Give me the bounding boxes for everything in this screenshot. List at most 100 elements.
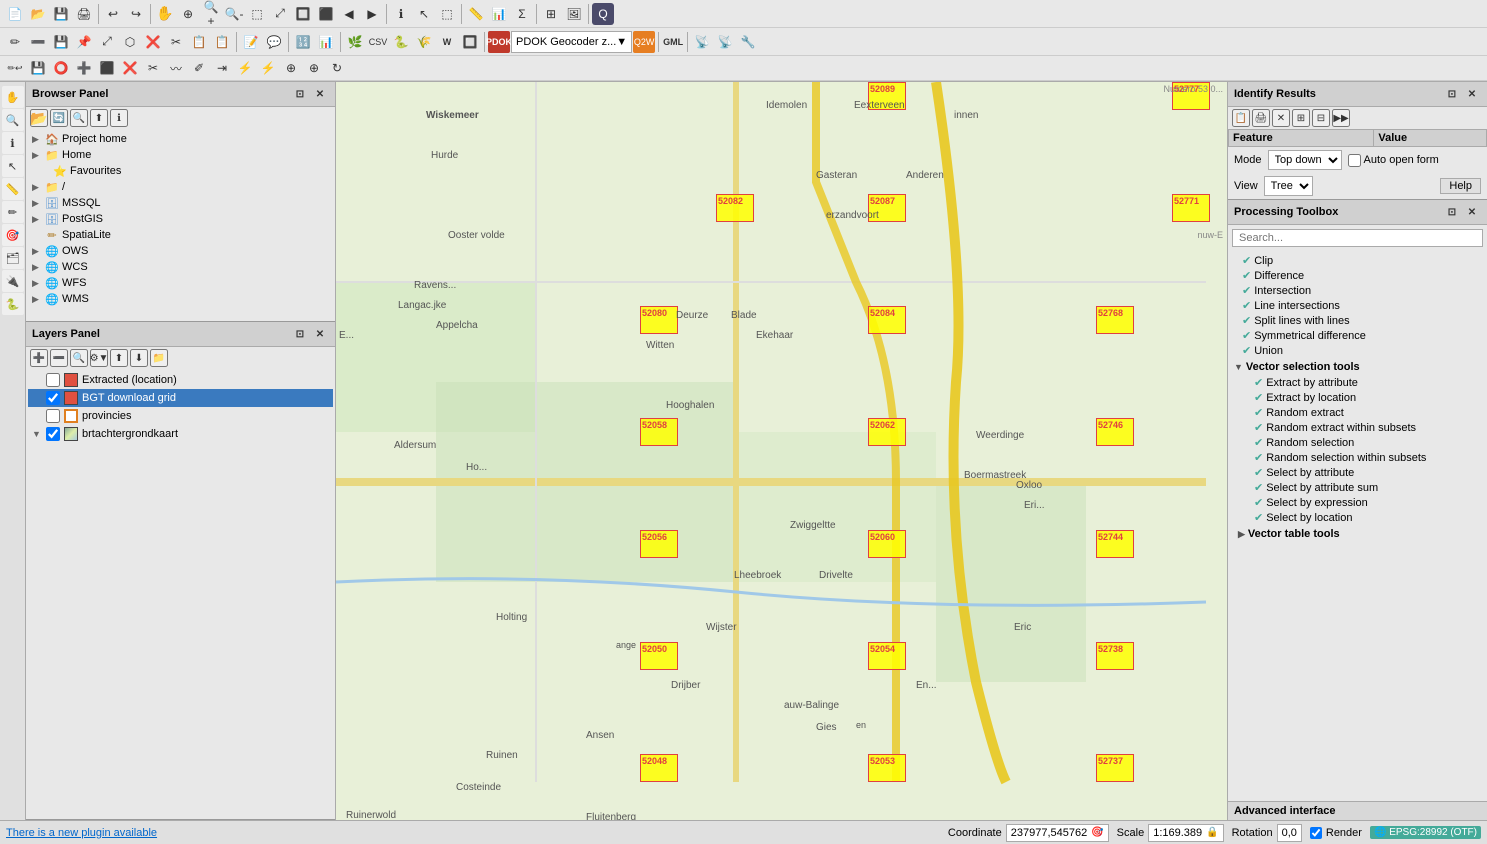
annot-btn[interactable]: 💬 [263,31,285,53]
browser-item-mssql[interactable]: ▶ 🗄 MSSQL [28,195,333,211]
render-checkbox[interactable] [1310,827,1322,839]
reshape-btn[interactable]: ✐ [188,57,210,79]
rotate-btn[interactable]: ↻ [326,57,348,79]
identify-more-btn[interactable]: ▶▶ [1332,109,1350,127]
proc-line-intersections[interactable]: ✔ Line intersections [1230,298,1485,313]
gps2-btn[interactable]: 📡 [714,31,736,53]
map-cell-52050[interactable]: 52050 [640,642,678,670]
proc-union[interactable]: ✔ Union [1230,343,1485,358]
qgis2web-btn[interactable]: Q2W [633,31,655,53]
node-tool-btn[interactable]: ⬡ [119,31,141,53]
undo-btn[interactable]: ↩ [102,3,124,25]
browser-add-btn[interactable]: 📂 [30,109,48,127]
proc-extract-attr[interactable]: ✔ Extract by attribute [1250,375,1481,390]
browser-item-home[interactable]: ▶ 📁 Home [28,147,333,163]
proc-select-attr[interactable]: ✔ Select by attribute [1250,465,1481,480]
identify-print-btn[interactable]: 🖨 [1252,109,1270,127]
identify-btn[interactable]: ℹ [390,3,412,25]
vector-table-header[interactable]: ▶ Vector table tools [1234,527,1481,541]
offset-btn[interactable]: ⇥ [211,57,233,79]
identify-panel-close[interactable]: ✕ [1463,85,1481,103]
pan-map-btn[interactable]: ⊕ [177,3,199,25]
w-btn[interactable]: W [436,31,458,53]
map-cell-52082[interactable]: 52082 [716,194,754,222]
browser-item-wfs[interactable]: ▶ 🌐 WFS [28,275,333,291]
view-select[interactable]: Tree [1264,176,1313,196]
browser-item-wcs[interactable]: ▶ 🌐 WCS [28,259,333,275]
browser-item-spatialite[interactable]: ✏ SpatiaLite [28,227,333,243]
delete-selected-btn[interactable]: ❌ [142,31,164,53]
add-part-btn[interactable]: ➕ [73,57,95,79]
coord-field[interactable]: 237977,545762 🎯 [1006,824,1109,842]
layer-brt[interactable]: ▼ brtachtergrondkaart [28,425,333,443]
browser-item-project-home[interactable]: ▶ 🏠 Project home [28,131,333,147]
snapping-tool[interactable]: 🎯 [2,224,24,246]
browser-filter-btn[interactable]: 🔍 [70,109,88,127]
map-cell-52053[interactable]: 52053 [868,754,906,782]
proc-random-sel-subsets[interactable]: ✔ Random selection within subsets [1250,450,1481,465]
toggle-edit-btn[interactable]: ✏↩ [4,57,26,79]
map-cell-52084[interactable]: 52084 [868,306,906,334]
move-feature-btn[interactable]: ⤢ [96,31,118,53]
new-plugin-link[interactable]: There is a new plugin available [6,827,157,839]
add-csv-btn[interactable]: CSV [367,31,389,53]
layer-provincies[interactable]: provincies [28,407,333,425]
simplify-btn[interactable]: 〰 [165,57,187,79]
label-btn[interactable]: 📝 [240,31,262,53]
map-cell-52768[interactable]: 52768 [1096,306,1134,334]
digitize-btn[interactable]: ➖ [27,31,49,53]
add-layer-btn[interactable]: ➕ [30,349,48,367]
save-edits-btn[interactable]: 💾 [50,31,72,53]
python-tool[interactable]: 🐍 [2,293,24,315]
add-feature-btn[interactable]: 📌 [73,31,95,53]
zoom-in-btn[interactable]: 🔍+ [200,3,222,25]
proc-select-expr[interactable]: ✔ Select by expression [1250,495,1481,510]
map-cell-52771[interactable]: 52771 [1172,194,1210,222]
split-btn[interactable]: ⚡ [234,57,256,79]
browser-panel-float[interactable]: ⊡ [291,85,309,103]
measure-tool[interactable]: 📏 [2,178,24,200]
measure-btn[interactable]: 📏 [465,3,487,25]
processing-search-input[interactable] [1232,229,1483,247]
proc-extract-loc[interactable]: ✔ Extract by location [1250,390,1481,405]
add-ring-btn[interactable]: ⭕ [50,57,72,79]
proc-sym-diff[interactable]: ✔ Symmetrical difference [1230,328,1485,343]
deselect-btn[interactable]: ⬚ [436,3,458,25]
browser-item-root[interactable]: ▶ 📁 / [28,179,333,195]
attr-table-btn[interactable]: 📊 [315,31,337,53]
browser-item-favourites[interactable]: ⭐ Favourites [28,163,333,179]
browser-properties-btn[interactable]: ℹ [110,109,128,127]
proc-random-selection[interactable]: ✔ Random selection [1250,435,1481,450]
map-cell-52744[interactable]: 52744 [1096,530,1134,558]
mode-select[interactable]: Top down [1268,150,1342,170]
identify-clear-btn[interactable]: ✕ [1272,109,1290,127]
layers-panel-close[interactable]: ✕ [311,325,329,343]
layer-settings-btn[interactable]: ⚙▼ [90,349,108,367]
redo-btn[interactable]: ↪ [125,3,147,25]
add-vector-btn[interactable]: 🌿 [344,31,366,53]
layer-extracted-checkbox[interactable] [46,373,60,387]
merge-btn[interactable]: ⊕ [280,57,302,79]
field-calc-btn[interactable]: 🔢 [292,31,314,53]
browser-panel-close[interactable]: ✕ [311,85,329,103]
layer-group-btn[interactable]: 📁 [150,349,168,367]
filter-layer-btn[interactable]: 🔍 [70,349,88,367]
map-cell-52060[interactable]: 52060 [868,530,906,558]
edit-tool[interactable]: ✏ [2,201,24,223]
identify-collapse-btn[interactable]: ⊟ [1312,109,1330,127]
processing-panel-close[interactable]: ✕ [1463,203,1481,221]
edit-btn[interactable]: ✏ [4,31,26,53]
python-btn[interactable]: 🐍 [390,31,412,53]
identify-copy-btn[interactable]: 📋 [1232,109,1250,127]
processing-panel-float[interactable]: ⊡ [1443,203,1461,221]
select-btn[interactable]: ↖ [413,3,435,25]
layers-panel-float[interactable]: ⊡ [291,325,309,343]
paste-features-btn[interactable]: 📋 [211,31,233,53]
map-cell-52062[interactable]: 52062 [868,418,906,446]
gps-btn[interactable]: 📡 [691,31,713,53]
zoom-rubber-btn[interactable]: ⬚ [246,3,268,25]
proc-random-extract-subsets[interactable]: ✔ Random extract within subsets [1250,420,1481,435]
open-project-btn[interactable]: 📂 [27,3,49,25]
map-cell-52746[interactable]: 52746 [1096,418,1134,446]
browser-refresh-btn[interactable]: 🔄 [50,109,68,127]
